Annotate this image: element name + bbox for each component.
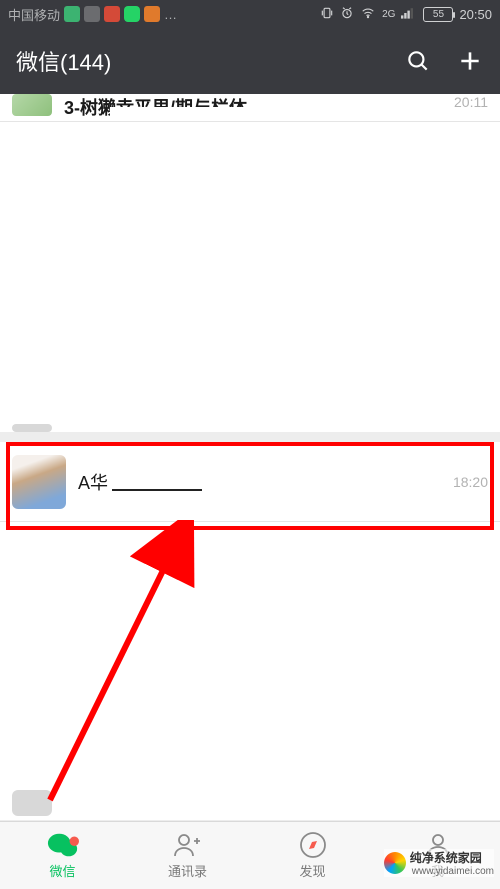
censor-bar: [110, 107, 310, 119]
tab-label: 微信: [49, 861, 75, 880]
chat-time: 20:11: [454, 94, 488, 110]
chat-row-partial-top[interactable]: 3-树獭幸平里/期与栏体 20:11: [0, 94, 500, 122]
chat-row-highlighted[interactable]: A华 18:20: [0, 442, 500, 522]
section-gap: [0, 432, 500, 442]
vibrate-icon: [320, 6, 334, 23]
status-right: 2G 55 20:50: [320, 6, 492, 23]
chat-bubble-icon: [47, 831, 79, 859]
wifi-icon: [360, 6, 376, 23]
tab-label: 发现: [299, 861, 325, 880]
app-icon-4: [144, 6, 160, 22]
censor-bar: [100, 796, 320, 816]
contacts-icon: [172, 831, 204, 859]
avatar: [12, 790, 52, 816]
app-icon-3: [104, 6, 120, 22]
censored-name-part: [112, 473, 202, 491]
tab-label: 通讯录: [168, 861, 207, 880]
app-icon-1: [64, 6, 80, 22]
tab-contacts[interactable]: 通讯录: [125, 822, 250, 889]
tab-wechat[interactable]: 微信: [0, 822, 125, 889]
chat-row-sliver[interactable]: [0, 422, 500, 432]
app-icon-2: [84, 6, 100, 22]
more-dots: …: [164, 7, 177, 22]
status-bar: 中国移动 … 2G 55 20:50: [0, 0, 500, 28]
clock-time: 20:50: [459, 7, 492, 22]
add-button[interactable]: [456, 47, 484, 75]
avatar: [12, 94, 52, 116]
watermark: 纯净系统家园 www.yidaimei.com: [384, 849, 494, 877]
watermark-logo: [384, 852, 406, 874]
watermark-url: www.yidaimei.com: [412, 866, 494, 877]
chat-list: 3-树獭幸平里/期与栏体 20:11 A华 18:20: [0, 94, 500, 820]
watermark-text: 纯净系统家园: [410, 849, 494, 866]
carrier-label: 中国移动: [8, 5, 60, 24]
battery-percent: 55: [433, 9, 444, 20]
chat-name: A华: [78, 469, 108, 495]
avatar: [12, 455, 66, 509]
blank-area: [0, 122, 500, 422]
status-left: 中国移动 …: [8, 5, 177, 24]
chat-row-partial-bottom[interactable]: [0, 790, 500, 820]
network-type: 2G: [382, 9, 395, 20]
tab-discover[interactable]: 发现: [250, 822, 375, 889]
blank-area: [0, 522, 500, 790]
chat-time: 18:20: [453, 474, 488, 490]
avatar: [12, 424, 52, 432]
alarm-icon: [340, 6, 354, 23]
search-button[interactable]: [404, 47, 432, 75]
nav-bar: 微信(144): [0, 28, 500, 94]
battery-indicator: 55: [423, 7, 453, 22]
page-title: 微信(144): [16, 45, 380, 77]
signal-icon: [401, 7, 417, 22]
compass-icon: [297, 831, 329, 859]
whatsapp-icon: [124, 6, 140, 22]
